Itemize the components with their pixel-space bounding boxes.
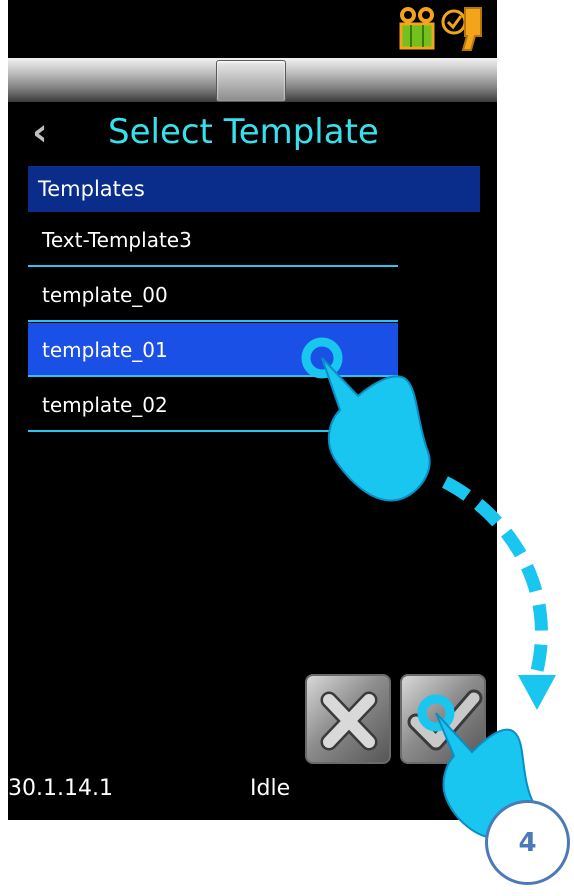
gesture-overlay — [301, 337, 556, 840]
dashed-arrow-path — [442, 476, 548, 677]
arrow-head-icon — [518, 675, 556, 710]
step-callout: 4 — [485, 800, 570, 885]
tap-hand-icon — [301, 337, 431, 502]
step-number: 4 — [518, 828, 537, 858]
